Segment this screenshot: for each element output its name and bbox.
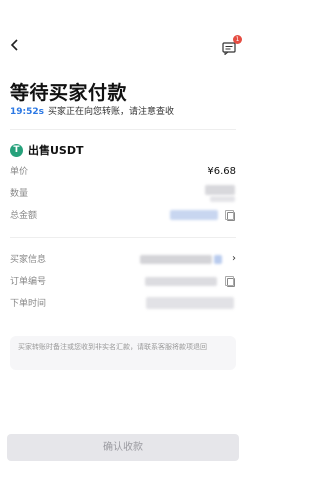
copy-icon[interactable] bbox=[225, 210, 235, 221]
price-label: 单价 bbox=[10, 167, 29, 177]
divider bbox=[10, 129, 236, 130]
chevron-left-icon bbox=[10, 39, 18, 51]
tether-icon: T bbox=[10, 144, 23, 157]
quantity-label: 数量 bbox=[10, 189, 29, 199]
status-message: 买家正在向您转账，请注意查收 bbox=[48, 107, 175, 117]
order-type-label: 出售USDT bbox=[28, 144, 84, 157]
chat-icon bbox=[222, 42, 236, 56]
confirm-receipt-button[interactable]: 确认收款 bbox=[7, 434, 239, 461]
order-number-redacted bbox=[145, 277, 217, 286]
quantity-value-redacted bbox=[210, 196, 235, 202]
back-button[interactable] bbox=[10, 38, 24, 54]
total-value-redacted bbox=[170, 210, 218, 220]
chat-button[interactable]: 1 bbox=[222, 35, 242, 56]
status-row: 19:52s 买家正在向您转账，请注意查收 bbox=[10, 104, 174, 117]
notice-box: 买家转账时备注或您收到非实名汇款，请联系客服将款项退回 bbox=[10, 336, 236, 370]
divider bbox=[10, 237, 236, 238]
page-title: 等待买家付款 bbox=[10, 82, 128, 104]
price-value: ¥6.68 bbox=[207, 166, 236, 177]
countdown-timer: 19:52s bbox=[10, 107, 45, 117]
buyer-info-label: 买家信息 bbox=[10, 255, 47, 265]
buyer-info-redacted bbox=[214, 255, 222, 264]
quantity-value-redacted bbox=[205, 185, 235, 195]
total-label: 总金额 bbox=[10, 211, 38, 221]
order-time-redacted bbox=[146, 297, 234, 309]
copy-icon[interactable] bbox=[225, 276, 235, 287]
order-time-label: 下单时间 bbox=[10, 299, 47, 309]
buyer-info-chevron-right-icon[interactable]: › bbox=[232, 253, 236, 265]
chat-badge: 1 bbox=[233, 35, 242, 44]
notice-text: 买家转账时备注或您收到非实名汇款，请联系客服将款项退回 bbox=[18, 343, 207, 351]
buyer-info-redacted bbox=[140, 255, 212, 264]
order-number-label: 订单编号 bbox=[10, 277, 47, 287]
